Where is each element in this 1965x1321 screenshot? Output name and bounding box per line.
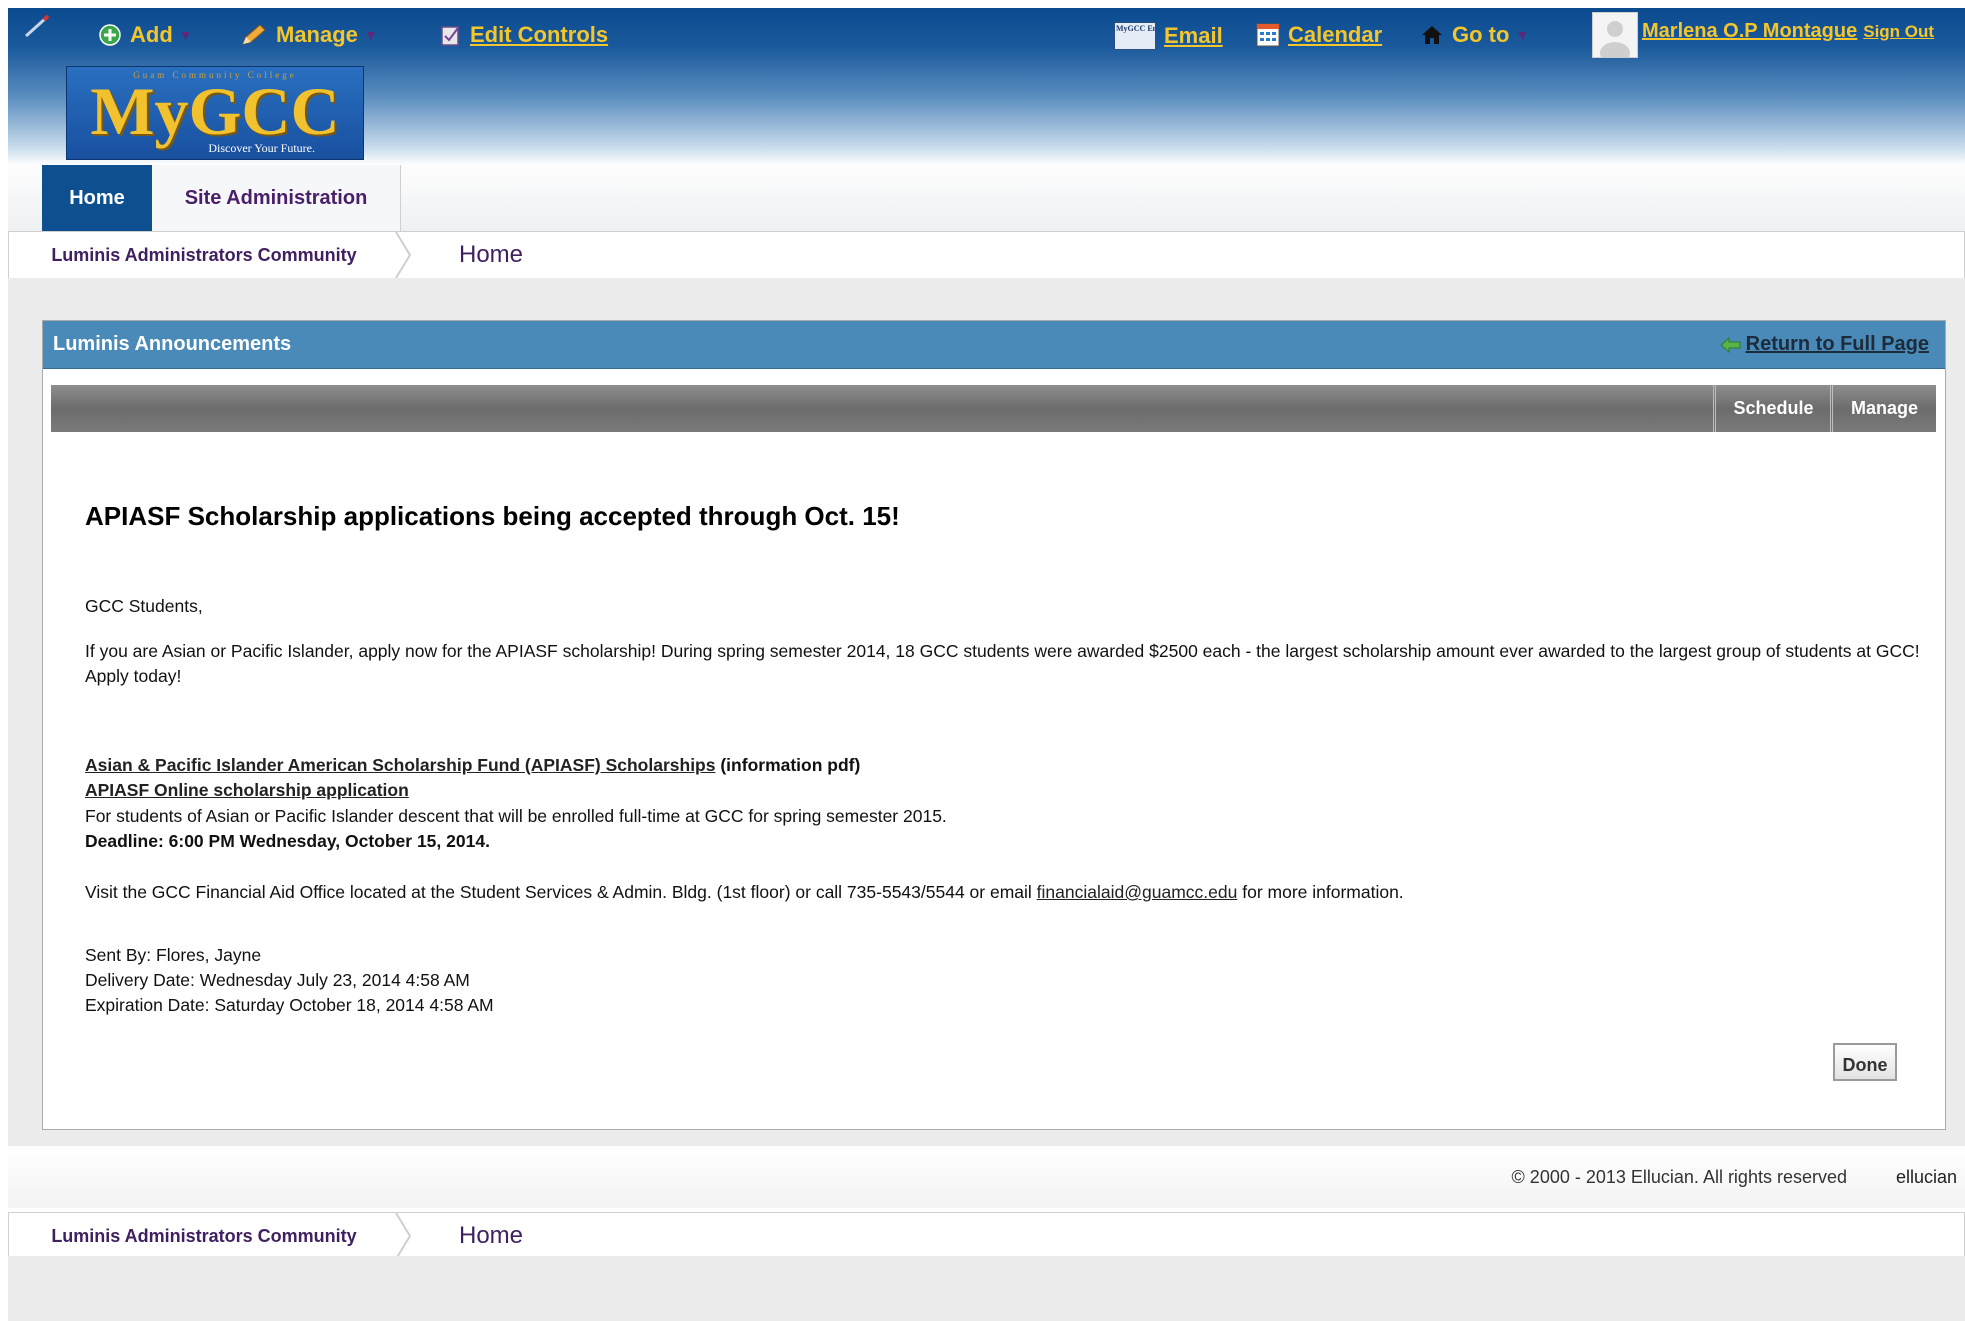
manage-menu[interactable]: Manage ▼ (240, 22, 378, 48)
user-silhouette-icon (1600, 21, 1630, 64)
info-pdf-note: (information pdf) (720, 755, 861, 775)
breadcrumb-separator-icon (395, 1213, 412, 1259)
chevron-down-icon: ▼ (178, 27, 193, 43)
logo-main-text: MyGCC (90, 73, 340, 149)
announcements-portlet: Luminis Announcements Return to Full Pag… (42, 320, 1946, 1130)
arrow-left-icon (1719, 336, 1741, 353)
breadcrumb-community[interactable]: Luminis Administrators Community (9, 232, 399, 278)
pen-icon[interactable] (22, 12, 52, 42)
mygcc-logo[interactable]: Guam Community College MyGCC Discover Yo… (66, 66, 364, 160)
edit-controls-label: Edit Controls (470, 22, 609, 47)
breadcrumb: Luminis Administrators Community Home (8, 231, 1965, 279)
email-icon-text: MyGCC Email (1116, 24, 1155, 33)
breadcrumb-community[interactable]: Luminis Administrators Community (9, 1213, 399, 1259)
breadcrumb-home[interactable]: Home (459, 232, 523, 278)
user-name[interactable]: Marlena O.P Montague (1642, 20, 1857, 43)
user-avatar[interactable] (1592, 12, 1638, 64)
return-link-label: Return to Full Page (1745, 333, 1929, 355)
breadcrumb-separator-icon (395, 232, 412, 278)
copyright-text: © 2000 - 2013 Ellucian. All rights reser… (1511, 1167, 1847, 1187)
announcement-greeting: GCC Students, (85, 596, 203, 616)
manage-label: Manage (276, 22, 358, 47)
done-button[interactable]: Done (1833, 1043, 1897, 1081)
tab-site-administration[interactable]: Site Administration (152, 165, 401, 231)
portlet-title: Luminis Announcements (53, 333, 292, 355)
user-menu[interactable]: Marlena O.P Montague Sign Out (1642, 20, 1934, 43)
sent-by: Sent By: Flores, Jayne (85, 945, 262, 965)
add-menu[interactable]: Add ▼ (98, 22, 193, 48)
pencil-icon (242, 24, 266, 45)
tab-home[interactable]: Home (42, 165, 152, 231)
email-icon: MyGCC Email (1114, 22, 1156, 50)
checklist-icon (441, 26, 459, 46)
calendar-link[interactable]: Calendar (1256, 22, 1382, 48)
goto-menu[interactable]: Go to ▼ (1420, 22, 1529, 48)
chevron-down-icon: ▼ (1515, 27, 1530, 43)
breadcrumb-bottom: Luminis Administrators Community Home (8, 1212, 1965, 1260)
footer: © 2000 - 2013 Ellucian. All rights reser… (8, 1146, 1965, 1208)
contact-info: Visit the GCC Financial Aid Office locat… (85, 880, 1925, 905)
manage-button[interactable]: Manage (1830, 385, 1936, 432)
announcement-link-row: Asian & Pacific Islander American Schola… (85, 753, 1925, 778)
email-label: Email (1164, 23, 1223, 48)
chevron-down-icon: ▼ (363, 27, 378, 43)
announcement-title: APIASF Scholarship applications being ac… (85, 501, 900, 531)
apiasf-scholarships-link[interactable]: Asian & Pacific Islander American Schola… (85, 755, 715, 775)
plus-circle-icon (99, 24, 121, 46)
expiration-date: Expiration Date: Saturday October 18, 20… (85, 995, 494, 1015)
eligibility-text: For students of Asian or Pacific Islande… (85, 806, 947, 826)
schedule-button[interactable]: Schedule (1713, 385, 1831, 432)
calendar-label: Calendar (1288, 22, 1383, 47)
add-label: Add (130, 22, 173, 47)
apiasf-online-application-link[interactable]: APIASF Online scholarship application (85, 780, 409, 800)
logo-tagline: Discover Your Future. (208, 141, 315, 155)
contact-suffix: for more information. (1242, 882, 1404, 902)
announcement-link-row: APIASF Online scholarship application (85, 778, 1925, 803)
breadcrumb-home[interactable]: Home (459, 1213, 523, 1259)
portlet-toolbar: Schedule Manage (51, 385, 1936, 432)
bottom-background (8, 1256, 1965, 1321)
header-bar: Add ▼ Manage ▼ Edit Controls MyGCC Email… (8, 8, 1965, 165)
delivery-date: Delivery Date: Wednesday July 23, 2014 4… (85, 970, 470, 990)
goto-label: Go to (1452, 22, 1510, 47)
email-link[interactable]: MyGCC Email Email (1114, 22, 1223, 50)
ellucian-brand: ellucian (1895, 1167, 1957, 1187)
financial-aid-email-link[interactable]: financialaid@guamcc.edu (1037, 882, 1238, 902)
announcement-body: If you are Asian or Pacific Islander, ap… (85, 641, 1920, 686)
return-to-full-page-link[interactable]: Return to Full Page (1719, 321, 1929, 368)
calendar-icon (1256, 23, 1280, 47)
sign-out-link[interactable]: Sign Out (1863, 22, 1934, 42)
tab-bar: Home Site Administration (8, 165, 1965, 231)
portlet-header: Luminis Announcements Return to Full Pag… (43, 321, 1945, 369)
deadline-text: Deadline: 6:00 PM Wednesday, October 15,… (85, 831, 490, 851)
home-icon (1422, 26, 1442, 44)
contact-prefix: Visit the GCC Financial Aid Office locat… (85, 882, 1032, 902)
edit-controls-link[interactable]: Edit Controls (440, 22, 608, 48)
